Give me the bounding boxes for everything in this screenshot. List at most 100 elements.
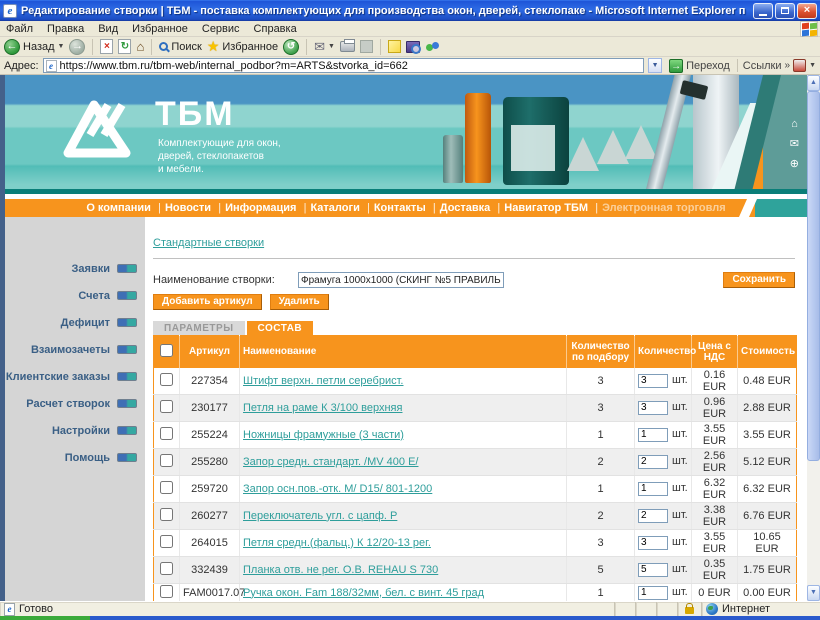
print-button[interactable] — [340, 41, 355, 52]
name-cell: Петля средн.(фальц.) К 12/20-13 рег. — [240, 529, 567, 556]
nav-item[interactable]: Навигатор ТБМ — [497, 202, 595, 214]
search-icon — [159, 42, 168, 51]
search-button[interactable]: Поиск — [159, 41, 201, 53]
sidebar-item[interactable]: Заявки — [5, 255, 145, 282]
home-button[interactable]: ⌂ — [136, 39, 144, 54]
back-dropdown-icon[interactable]: ▼ — [58, 43, 65, 50]
component-link[interactable]: Петля на раме К 3/100 верхняя — [243, 402, 402, 414]
row-checkbox[interactable] — [160, 373, 173, 386]
tab-composition[interactable]: СОСТАВ — [247, 321, 314, 335]
save-button[interactable]: Сохранить — [723, 272, 795, 288]
cost-cell: 6.32 EUR — [738, 475, 797, 502]
menu-item[interactable]: Правка — [47, 23, 84, 35]
go-button[interactable]: → Переход — [666, 59, 733, 73]
edit-button[interactable] — [360, 40, 373, 53]
address-dropdown-button[interactable]: ▼ — [648, 58, 662, 73]
close-button[interactable]: × — [797, 3, 817, 19]
quantity-input[interactable] — [638, 428, 668, 442]
table-row: 230177 Петля на раме К 3/100 верхняя 3 ш… — [154, 394, 797, 421]
forward-button[interactable]: → — [69, 39, 85, 55]
quantity-input[interactable] — [638, 374, 668, 388]
cost-cell: 6.76 EUR — [738, 502, 797, 529]
address-input[interactable]: e https://www.tbm.ru/tbm-web/internal_po… — [43, 58, 645, 73]
quantity-input[interactable] — [638, 586, 668, 600]
banner-mail-icon[interactable]: ✉ — [790, 139, 799, 150]
links-dropdown-icon[interactable]: ▼ — [809, 62, 816, 69]
refresh-button[interactable]: ↻ — [118, 39, 131, 54]
row-checkbox[interactable] — [160, 562, 173, 575]
restore-button[interactable] — [775, 3, 795, 19]
taskbar-sliver[interactable] — [0, 616, 820, 620]
component-link[interactable]: Запор осн.пов.-отк. М/ D15/ 801-1200 — [243, 483, 432, 495]
row-checkbox[interactable] — [160, 535, 173, 548]
component-link[interactable]: Петля средн.(фальц.) К 12/20-13 рег. — [243, 537, 431, 549]
quantity-input[interactable] — [638, 455, 668, 469]
tab-parameters[interactable]: ПАРАМЕТРЫ — [153, 321, 245, 335]
links-badge-icon[interactable] — [793, 59, 806, 72]
links-bar[interactable]: Ссылки » ▼ — [737, 59, 816, 72]
menu-item[interactable]: Вид — [98, 23, 118, 35]
mail-button[interactable]: ✉ ▼ — [314, 39, 335, 55]
discuss-button[interactable] — [388, 40, 401, 53]
quantity-input[interactable] — [638, 482, 668, 496]
component-link[interactable]: Ножницы фрамужные (3 части) — [243, 429, 404, 441]
row-checkbox[interactable] — [160, 508, 173, 521]
minimize-button[interactable] — [753, 3, 773, 19]
component-link[interactable]: Переключатель угл. с цапф. Р — [243, 510, 397, 522]
row-checkbox[interactable] — [160, 427, 173, 440]
mail-dropdown-icon[interactable]: ▼ — [328, 43, 335, 50]
quantity-input[interactable] — [638, 563, 668, 577]
sash-name-input[interactable] — [298, 272, 504, 288]
links-chevron-icon[interactable]: » — [785, 60, 791, 71]
scroll-down-button[interactable]: ▼ — [807, 585, 820, 601]
nav-item[interactable]: Новости — [158, 202, 218, 214]
menu-item[interactable]: Сервис — [202, 23, 240, 35]
row-checkbox[interactable] — [160, 585, 173, 598]
component-link[interactable]: Штифт верхн. петли серебрист. — [243, 375, 403, 387]
sidebar-item[interactable]: Взаимозачеты — [5, 336, 145, 363]
research-button[interactable] — [406, 41, 420, 53]
scroll-up-button[interactable]: ▲ — [807, 75, 820, 91]
messenger-button[interactable] — [425, 40, 441, 54]
menu-item[interactable]: Справка — [254, 23, 297, 35]
nav-item[interactable]: Электронная торговля — [595, 202, 733, 214]
row-checkbox[interactable] — [160, 400, 173, 413]
banner-tagline: Комплектующие для окон, дверей, стеклопа… — [158, 137, 281, 176]
price-cell: 3.55 EUR — [692, 529, 738, 556]
sidebar-item[interactable]: Счета — [5, 282, 145, 309]
quantity-input[interactable] — [638, 401, 668, 415]
component-link[interactable]: Ручка окон. Fam 188/32мм, бел. с винт. 4… — [243, 587, 484, 599]
nav-item[interactable]: Каталоги — [303, 202, 366, 214]
scrollbar-thumb[interactable] — [807, 91, 820, 461]
history-button[interactable]: ↺ — [283, 39, 299, 55]
quantity-input[interactable] — [638, 509, 668, 523]
toolbar-separator — [92, 39, 93, 55]
component-link[interactable]: Планка отв. не рег. О.В. REHAU S 730 — [243, 564, 438, 576]
back-button[interactable]: ← Назад ▼ — [4, 39, 64, 55]
stop-button[interactable]: × — [100, 39, 113, 54]
sidebar-item[interactable]: Помощь — [5, 444, 145, 471]
quantity-input[interactable] — [638, 536, 668, 550]
menu-item[interactable]: Избранное — [132, 23, 188, 35]
select-all-checkbox[interactable] — [160, 344, 173, 357]
nav-item[interactable]: Информация — [218, 202, 303, 214]
row-checkbox[interactable] — [160, 481, 173, 494]
sidebar-item[interactable]: Клиентские заказы — [5, 363, 145, 390]
sidebar-item[interactable]: Расчет створок — [5, 390, 145, 417]
menu-item[interactable]: Файл — [6, 23, 33, 35]
breadcrumb-link[interactable]: Стандартные створки — [153, 237, 264, 249]
nav-item[interactable]: О компании — [79, 202, 158, 214]
add-article-button[interactable]: Добавить артикул — [153, 294, 262, 310]
favorites-button[interactable]: ★ Избранное — [207, 38, 278, 55]
vertical-scrollbar[interactable]: ▲ ▼ — [807, 75, 820, 601]
sidebar-item[interactable]: Дефицит — [5, 309, 145, 336]
banner-globe-icon[interactable]: ⊕ — [790, 159, 799, 170]
delete-button[interactable]: Удалить — [270, 294, 329, 310]
lock-icon — [685, 607, 694, 614]
nav-item[interactable]: Доставка — [433, 202, 498, 214]
component-link[interactable]: Запор средн. стандарт. /MV 400 Е/ — [243, 456, 418, 468]
row-checkbox[interactable] — [160, 454, 173, 467]
sidebar-item[interactable]: Настройки — [5, 417, 145, 444]
banner-home-icon[interactable]: ⌂ — [790, 119, 799, 130]
nav-item[interactable]: Контакты — [367, 202, 433, 214]
